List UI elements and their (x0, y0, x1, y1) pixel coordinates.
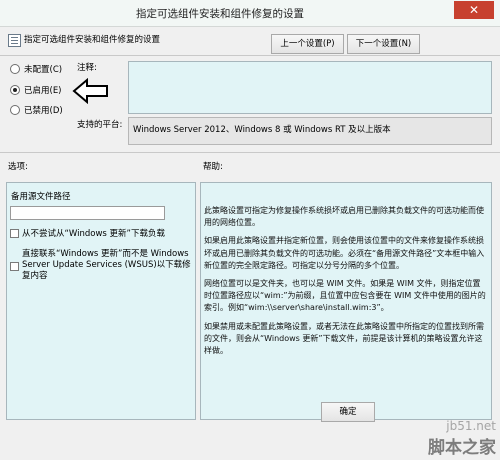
platform-label: 支持的平台: (77, 120, 123, 130)
contact-windows-update-label: 直接联系“Windows 更新”而不是 Windows Server Updat… (22, 249, 191, 281)
radio-enabled[interactable]: 已启用(E) (10, 83, 62, 97)
window-title: 指定可选组件安装和组件修复的设置 (136, 8, 304, 20)
next-setting-button[interactable]: 下一个设置(N) (347, 34, 420, 54)
options-section-label: 选项: (8, 162, 28, 172)
never-download-label: 从不尝试从“Windows 更新”下载负载 (22, 229, 165, 239)
help-paragraph: 如果启用此策略设置并指定新位置，则会使用该位置中的文件来修复操作系统损坏或启用已… (204, 236, 485, 270)
close-button[interactable]: ✕ (454, 1, 494, 19)
radio-not-configured[interactable]: 未配置(C) (10, 62, 62, 76)
radio-circle[interactable] (10, 64, 20, 74)
help-paragraph: 此策略设置可指定为修复操作系统损坏或启用已删除其负载文件的可选功能而使用的网络位… (204, 206, 484, 228)
help-paragraph: 网络位置可以是文件夹，也可以是 WIM 文件。如果是 WIM 文件，则指定位置时… (204, 279, 486, 313)
ok-button[interactable]: 确定 (321, 402, 375, 422)
alt-source-path-label: 备用源文件路径 (11, 192, 71, 202)
mid-divider (0, 152, 500, 153)
radio-circle[interactable] (10, 105, 20, 115)
prev-setting-button[interactable]: 上一个设置(P) (271, 34, 344, 54)
header-divider (0, 55, 500, 56)
platform-box: Windows Server 2012、Windows 8 或 Windows … (128, 117, 492, 145)
contact-windows-update-checkbox[interactable] (10, 262, 19, 271)
radio-disabled[interactable]: 已禁用(D) (10, 103, 63, 117)
left-arrow-icon (72, 78, 108, 104)
watermark-site: jb51.net (446, 419, 496, 433)
radio-circle[interactable] (10, 85, 20, 95)
platform-value: Windows Server 2012、Windows 8 或 Windows … (133, 125, 391, 135)
policy-setting-icon (8, 34, 21, 47)
radio-label: 已启用(E) (24, 86, 62, 96)
radio-label: 未配置(C) (24, 65, 63, 75)
setting-name: 指定可选组件安装和组件修复的设置 (24, 35, 161, 45)
watermark: jb51.net 脚本之家 (428, 419, 496, 458)
alt-source-path-input[interactable] (10, 206, 165, 220)
comment-textarea[interactable] (128, 61, 492, 114)
title-bar: 指定可选组件安装和组件修复的设置 ✕ (0, 0, 500, 27)
help-text: 此策略设置可指定为修复操作系统损坏或启用已删除其负载文件的可选功能而使用的网络位… (204, 205, 487, 363)
never-download-checkbox[interactable] (10, 229, 19, 238)
help-section-label: 帮助: (203, 162, 223, 172)
radio-label: 已禁用(D) (24, 106, 63, 116)
help-paragraph: 如果禁用或未配置此策略设置，或者无法在此策略设置中所指定的位置找到所需的文件，则… (204, 321, 484, 356)
watermark-brand: 脚本之家 (428, 438, 496, 458)
comment-label: 注释: (77, 63, 97, 73)
